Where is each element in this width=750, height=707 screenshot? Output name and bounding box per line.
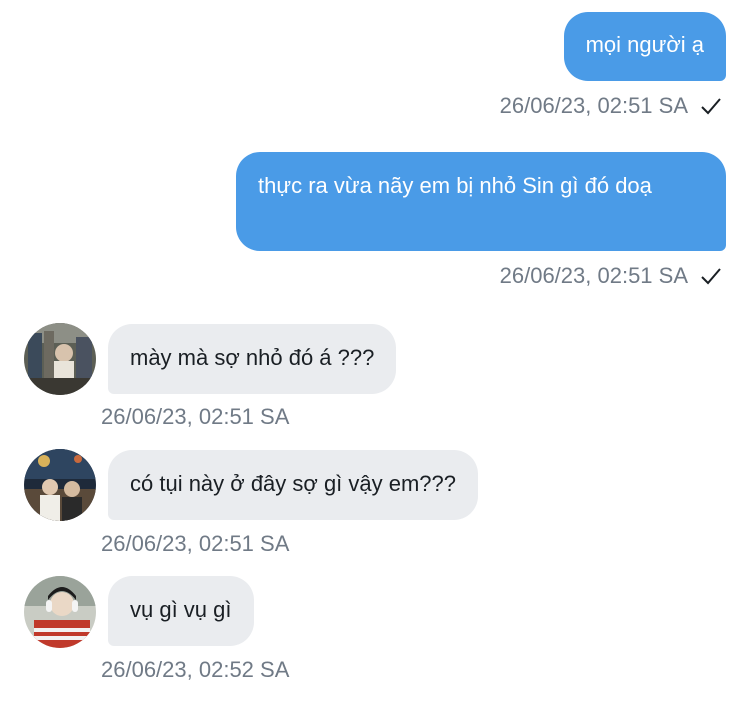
- message-timestamp: 26/06/23, 02:52 SA: [101, 657, 290, 682]
- message-text: vụ gì vụ gì: [130, 597, 232, 622]
- check-icon: [700, 265, 722, 287]
- message-text: có tụi này ở đây sợ gì vậy em???: [130, 471, 457, 496]
- message-timestamp: 26/06/23, 02:51 SA: [101, 531, 290, 556]
- user-avatar-icon[interactable]: [24, 323, 96, 395]
- user-avatar-icon[interactable]: [24, 449, 96, 521]
- user-avatar-icon[interactable]: [24, 576, 96, 648]
- incoming-message-bubble[interactable]: mày mà sợ nhỏ đó á ???: [108, 324, 397, 394]
- outgoing-message-bubble[interactable]: thực ra vừa nãy em bị nhỏ Sin gì đó doạ: [236, 152, 726, 251]
- incoming-message-bubble[interactable]: vụ gì vụ gì: [108, 576, 254, 646]
- message-timestamp: 26/06/23, 02:51 SA: [499, 263, 688, 288]
- message-meta: 26/06/23, 02:51 SA: [500, 92, 722, 120]
- message-timestamp: 26/06/23, 02:51 SA: [101, 404, 290, 429]
- message-text: mọi người ạ: [585, 32, 704, 57]
- outgoing-message-bubble[interactable]: mọi người ạ: [563, 12, 726, 81]
- check-icon: [700, 95, 722, 117]
- message-timestamp: 26/06/23, 02:51 SA: [499, 93, 688, 118]
- message-text: mày mà sợ nhỏ đó á ???: [130, 345, 375, 370]
- message-text: thực ra vừa nãy em bị nhỏ Sin gì đó doạ: [258, 173, 652, 198]
- message-meta: 26/06/23, 02:51 SA: [500, 262, 722, 290]
- incoming-message-bubble[interactable]: có tụi này ở đây sợ gì vậy em???: [108, 450, 479, 520]
